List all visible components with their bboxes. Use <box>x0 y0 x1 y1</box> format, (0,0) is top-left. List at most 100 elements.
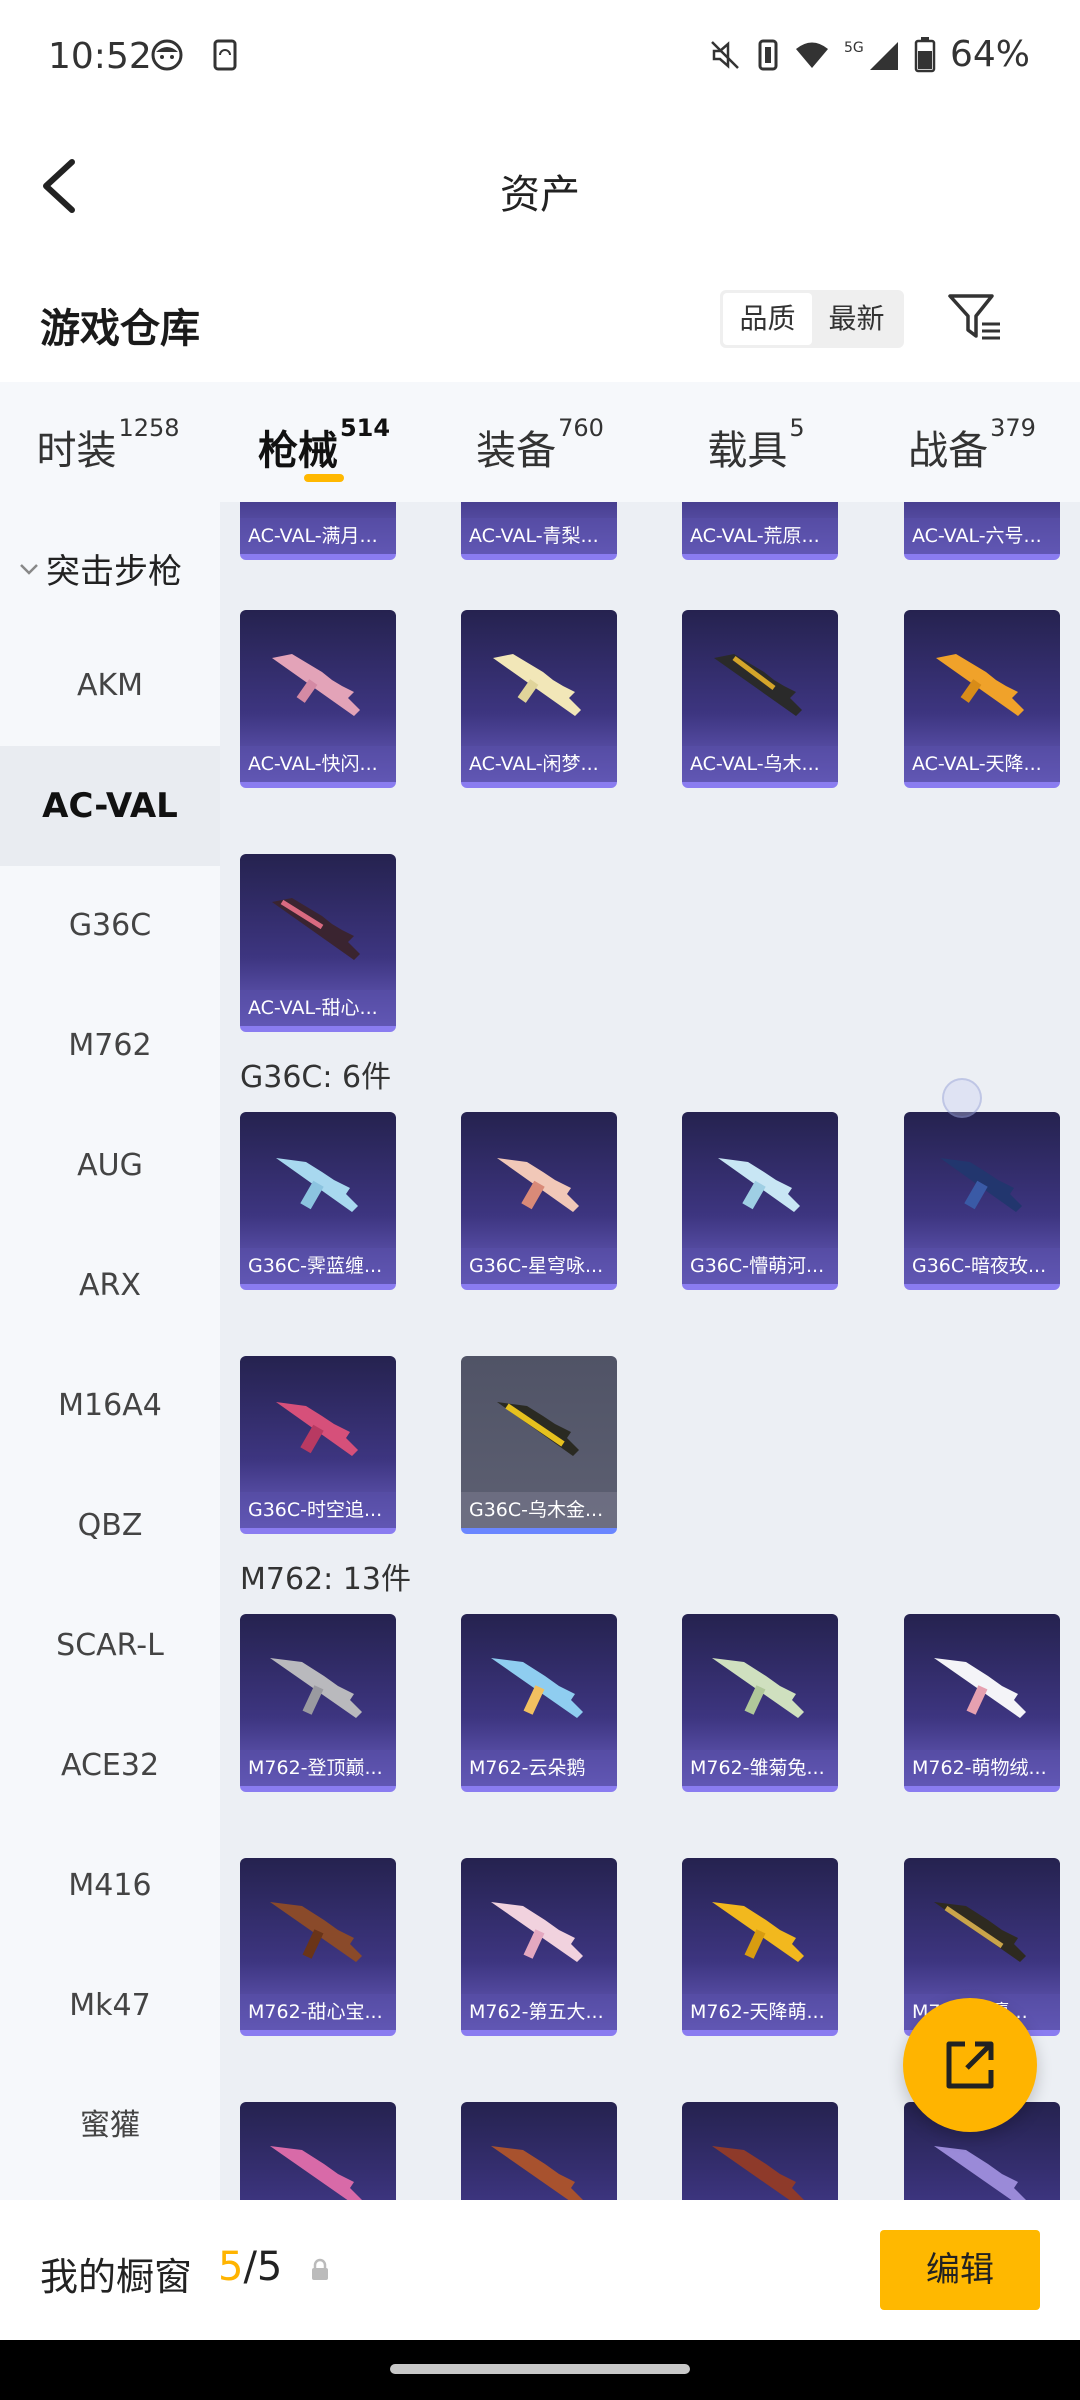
tab-supplies[interactable]: 战备379 <box>864 382 1080 502</box>
skin-card[interactable]: AC-VAL-满月... <box>240 502 396 560</box>
skin-card[interactable]: M762-天降萌... <box>682 1858 838 2036</box>
lock-icon <box>312 2258 328 2280</box>
share-external-icon <box>946 2041 994 2089</box>
edit-button[interactable]: 编辑 <box>880 2230 1040 2310</box>
skin-card[interactable]: AC-VAL-快闪... <box>240 610 396 788</box>
sidebar-item-m762[interactable]: M762 <box>0 986 220 1106</box>
rifle-icon <box>270 1658 362 1718</box>
skin-card[interactable]: AC-VAL-荒原... <box>682 502 838 560</box>
sidebar-item-honey-badger[interactable]: 蜜獾 <box>0 2066 220 2186</box>
sidebar-item-arx[interactable]: ARX <box>0 1226 220 1346</box>
sidebar-item-m416[interactable]: M416 <box>0 1826 220 1946</box>
skin-card[interactable] <box>461 2102 617 2200</box>
skin-card[interactable]: M762-登顶巅... <box>240 1614 396 1792</box>
tab-vehicles[interactable]: 载具5 <box>648 382 864 502</box>
tab-guns[interactable]: 枪械514 <box>216 382 432 502</box>
rifle-icon <box>270 1902 362 1962</box>
rifle-icon <box>276 1402 358 1456</box>
rifle-icon <box>934 1902 1026 1962</box>
skin-card[interactable]: M762-甜心宝... <box>240 1858 396 2036</box>
system-nav-bar <box>0 2340 1080 2400</box>
rifle-icon <box>497 1158 579 1212</box>
rifle-icon <box>491 1902 583 1962</box>
skin-card[interactable]: M762-第五大... <box>461 1858 617 2036</box>
app-header: 资产 <box>0 116 1080 256</box>
weapon-sidebar: 突击步枪 AKM AC-VAL G36C M762 AUG ARX M16A4 … <box>0 502 220 2200</box>
phone-sync-icon <box>213 39 237 71</box>
sidebar-category[interactable]: 突击步枪 <box>18 544 182 593</box>
sidebar-item-ac-val[interactable]: AC-VAL <box>0 746 220 866</box>
rifle-icon <box>270 2146 362 2200</box>
rifle-icon <box>934 1658 1026 1718</box>
sidebar-item-g36c[interactable]: G36C <box>0 866 220 986</box>
status-icons: 5G 64% <box>708 34 1030 75</box>
rifle-icon <box>497 1402 579 1456</box>
svg-text:5G: 5G <box>844 40 864 56</box>
sidebar-item-mk47[interactable]: Mk47 <box>0 1946 220 2066</box>
filter-icon[interactable] <box>946 288 1004 346</box>
mute-icon <box>711 40 739 69</box>
skin-card[interactable]: AC-VAL-闲梦... <box>461 610 617 788</box>
sort-latest-button[interactable]: 最新 <box>812 293 901 345</box>
5g-signal-icon: 5G <box>844 40 898 70</box>
skin-card[interactable]: G36C-懵萌河... <box>682 1112 838 1290</box>
rifle-icon <box>712 1658 804 1718</box>
battery-icon <box>914 36 936 72</box>
skin-card[interactable]: AC-VAL-乌木... <box>682 610 838 788</box>
tab-fashion[interactable]: 时装1258 <box>0 382 216 502</box>
section-title-m762: M762: 13件 <box>240 1562 411 1597</box>
rifle-icon <box>936 654 1024 716</box>
skin-card[interactable]: M762-雏菊兔... <box>682 1614 838 1792</box>
skin-card[interactable]: AC-VAL-六号... <box>904 502 1060 560</box>
page-title: 资产 <box>500 172 580 218</box>
skin-card[interactable]: G36C-乌木金... <box>461 1356 617 1534</box>
sidebar-item-ace32[interactable]: ACE32 <box>0 1706 220 1826</box>
rifle-icon <box>276 1158 358 1212</box>
status-time: 10:52 <box>48 36 152 77</box>
rifle-icon <box>493 654 581 716</box>
skin-card[interactable]: G36C-星穹咏... <box>461 1112 617 1290</box>
skin-card[interactable] <box>240 2102 396 2200</box>
sidebar-item-scar-l[interactable]: SCAR-L <box>0 1586 220 1706</box>
showcase-count: 5/5 <box>218 2244 283 2290</box>
battery-percent: 64% <box>949 34 1030 75</box>
home-gesture-pill[interactable] <box>390 2364 690 2374</box>
warehouse-title: 游戏仓库 <box>40 306 200 352</box>
rifle-icon <box>712 2146 804 2200</box>
tab-equipment[interactable]: 装备760 <box>432 382 648 502</box>
skin-card[interactable]: G36C-时空追... <box>240 1356 396 1534</box>
status-bar: 10:52 5G 64% <box>0 0 1080 116</box>
share-fab-button[interactable] <box>903 1998 1037 2132</box>
skin-card[interactable] <box>682 2102 838 2200</box>
rifle-icon <box>491 1658 583 1718</box>
rifle-icon <box>718 1158 800 1212</box>
rifle-icon <box>940 1158 1022 1212</box>
skin-card[interactable]: G36C-暗夜玫... <box>904 1112 1060 1290</box>
rifle-icon <box>272 654 360 716</box>
vibrate-icon <box>758 39 778 70</box>
category-tabs: 时装1258 枪械514 装备760 载具5 战备379 <box>0 382 1080 502</box>
skin-card[interactable]: AC-VAL-甜心... <box>240 854 396 1032</box>
skin-card[interactable]: AC-VAL-天降... <box>904 610 1060 788</box>
sort-toggle: 品质 最新 <box>720 290 904 348</box>
weapon-grid: AC-VAL-满月... AC-VAL-青梨... AC-VAL-荒原... A… <box>220 502 1080 2200</box>
sidebar-item-aug[interactable]: AUG <box>0 1106 220 1226</box>
sidebar-item-qbz[interactable]: QBZ <box>0 1466 220 1586</box>
face-icon <box>151 39 183 71</box>
showcase-bar: 我的橱窗 5/5 编辑 <box>0 2200 1080 2340</box>
skin-card[interactable]: G36C-霁蓝缠... <box>240 1112 396 1290</box>
skin-card[interactable]: AC-VAL-青梨... <box>461 502 617 560</box>
skin-card[interactable]: M762-萌物绒... <box>904 1614 1060 1792</box>
chevron-down-icon <box>20 563 38 575</box>
skin-card[interactable]: M762-云朵鹅 <box>461 1614 617 1792</box>
warehouse-header: 游戏仓库 品质 最新 <box>0 256 1080 382</box>
rifle-icon <box>712 1902 804 1962</box>
wifi-icon <box>795 42 828 68</box>
rifle-icon <box>714 654 802 716</box>
sidebar-item-m16a4[interactable]: M16A4 <box>0 1346 220 1466</box>
section-title-g36c: G36C: 6件 <box>240 1060 392 1095</box>
showcase-label: 我的橱窗 <box>40 2255 193 2299</box>
sort-quality-button[interactable]: 品质 <box>723 293 812 345</box>
sidebar-item-akm[interactable]: AKM <box>0 626 220 746</box>
rifle-icon <box>491 2146 583 2200</box>
